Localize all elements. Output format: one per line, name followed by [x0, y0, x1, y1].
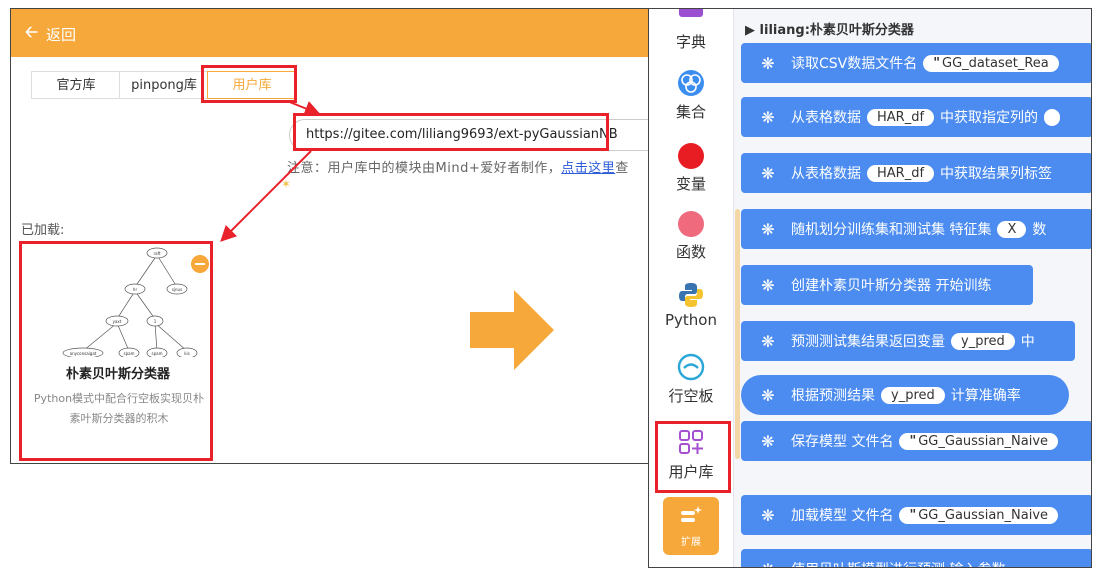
brain-icon: ❋: [761, 385, 775, 405]
block-text: 读取CSV数据文件名: [791, 56, 918, 72]
block-predict-test[interactable]: ❋ 预测测试集结果返回变量 y_pred 中: [741, 321, 1075, 361]
extension-button[interactable]: 扩展: [663, 497, 719, 555]
sidebar-item-label: 函数: [675, 243, 706, 261]
category-sidebar: 字典 集合 变量 函数 Python 行空板 用户库 扩展: [649, 9, 734, 567]
transition-arrow-icon: [470, 290, 554, 370]
block-text: 中获取指定列的: [940, 110, 1039, 126]
block-read-csv[interactable]: ❋ 读取CSV数据文件名 " GG_dataset_Rea: [741, 43, 1091, 83]
extension-icon: [681, 506, 702, 522]
brain-icon: ❋: [761, 53, 775, 73]
block-text: 使用贝叶斯模型进行预测 输入参数: [791, 559, 1005, 567]
block-text: 从表格数据: [791, 110, 861, 126]
block-string-input[interactable]: " GG_dataset_Rea: [923, 54, 1059, 72]
block-text: 计算准确率: [950, 388, 1021, 404]
block-list: ▶ liliang:朴素贝叶斯分类器 ❋ 读取CSV数据文件名 " GG_data…: [741, 9, 1091, 568]
category-title-text: liliang:朴素贝叶斯分类器: [759, 23, 914, 38]
block-load-model[interactable]: ❋ 加载模型 文件名 " GG_Gaussian_Naive: [741, 495, 1091, 535]
python-icon: [679, 283, 703, 307]
block-save-model[interactable]: ❋ 保存模型 文件名 " GG_Gaussian_Naive: [741, 421, 1091, 461]
block-text: 根据预测结果: [791, 388, 875, 404]
brain-icon: ❋: [761, 505, 775, 525]
block-create-classifier[interactable]: ❋ 创建朴素贝叶斯分类器 开始训练: [741, 265, 1033, 305]
block-string-value: GG_dataset_Rea: [942, 55, 1049, 71]
block-train-test-split[interactable]: ❋ 随机划分训练集和测试集 特征集 X 数: [741, 209, 1091, 249]
brain-icon: ❋: [761, 163, 775, 183]
brain-icon: ❋: [761, 219, 775, 239]
block-palette-window: 字典 集合 变量 函数 Python 行空板 用户库 扩展 ▶ liliang:…: [648, 8, 1092, 568]
block-text: 创建朴素贝叶斯分类器 开始训练: [791, 278, 992, 294]
block-text: 从表格数据: [791, 166, 861, 182]
block-string-input[interactable]: " GG_Gaussian_Naive: [899, 506, 1059, 524]
variable-icon: [678, 143, 704, 169]
block-predict-input[interactable]: ❋ 使用贝叶斯模型进行预测 输入参数: [741, 549, 1091, 568]
block-text: 加载模型 文件名: [791, 508, 894, 524]
block-text: 保存模型 文件名: [791, 434, 894, 450]
set-icon: [678, 70, 704, 96]
sidebar-item-variable[interactable]: 变量: [649, 139, 733, 199]
block-variable-pill[interactable]: X: [997, 220, 1027, 238]
brain-icon: ❋: [761, 275, 775, 295]
block-string-input[interactable]: " GG_Gaussian_Naive: [899, 432, 1059, 450]
block-text: 数: [1032, 222, 1047, 238]
sidebar-item-unihiker[interactable]: 行空板: [649, 351, 733, 411]
sidebar-item-label: Python: [665, 311, 717, 329]
sidebar-item-python[interactable]: Python: [649, 279, 733, 339]
block-variable-pill[interactable]: y_pred: [951, 332, 1015, 350]
sidebar-item-label: 变量: [675, 175, 706, 193]
highlight-box-user-library: [655, 421, 731, 493]
block-accuracy[interactable]: ❋ 根据预测结果 y_pred 计算准确率: [741, 375, 1069, 415]
brain-icon: ❋: [761, 431, 775, 451]
sidebar-item-label: 行空板: [668, 387, 714, 405]
block-text: 预测测试集结果返回变量: [791, 334, 945, 350]
function-icon: [678, 211, 704, 237]
unihiker-icon: [677, 353, 705, 381]
sidebar-item-label: 字典: [675, 33, 706, 51]
block-string-value: GG_Gaussian_Naive: [918, 433, 1049, 449]
extension-library-dialog: 🡠 返回 官方库 pinpong库 用户库 https://gitee.com/…: [10, 8, 658, 464]
sidebar-item-function[interactable]: 函数: [649, 209, 733, 269]
red-pointer-arrows: [220, 100, 321, 242]
block-text: 随机划分训练集和测试集 特征集: [791, 222, 992, 238]
brain-icon: ❋: [761, 107, 775, 127]
extension-label: 扩展: [681, 537, 701, 548]
category-title: ▶ liliang:朴素贝叶斯分类器: [745, 23, 914, 38]
block-input[interactable]: [1044, 108, 1061, 126]
block-text: 中: [1020, 334, 1035, 350]
block-variable-pill[interactable]: HAR_df: [867, 164, 935, 182]
sidebar-item-dictionary[interactable]: 字典: [649, 9, 733, 59]
dictionary-icon: [679, 9, 703, 17]
block-get-columns[interactable]: ❋ 从表格数据 HAR_df 中获取指定列的: [741, 97, 1091, 137]
sidebar-item-label: 集合: [675, 103, 706, 121]
block-get-label-column[interactable]: ❋ 从表格数据 HAR_df 中获取结果列标签: [741, 153, 1091, 193]
brain-icon: ❋: [761, 331, 775, 351]
block-string-value: GG_Gaussian_Naive: [918, 507, 1049, 523]
block-variable-pill[interactable]: y_pred: [881, 386, 945, 404]
brain-icon: ❋: [751, 560, 785, 568]
palette-scrollbar[interactable]: [735, 209, 740, 459]
sidebar-item-set[interactable]: 集合: [649, 65, 733, 129]
block-text: 中获取结果列标签: [940, 166, 1053, 182]
block-variable-pill[interactable]: HAR_df: [867, 108, 935, 126]
